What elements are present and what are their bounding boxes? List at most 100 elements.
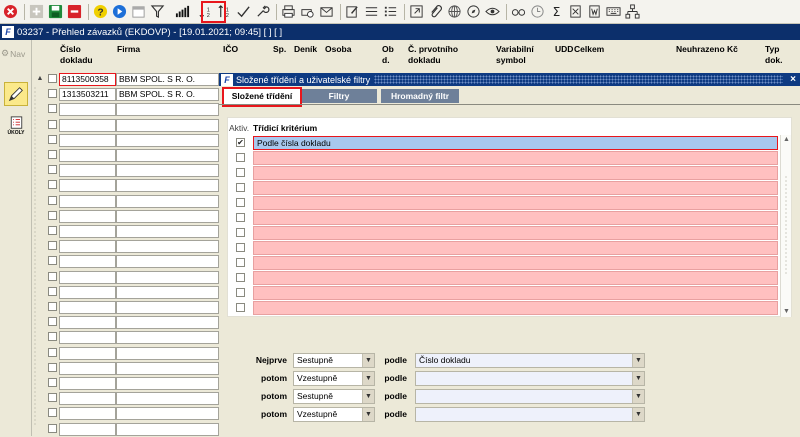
- table-row[interactable]: [33, 422, 219, 437]
- cell-cislo[interactable]: [59, 149, 116, 162]
- cell-firma[interactable]: [116, 149, 219, 162]
- cell-cislo[interactable]: [59, 240, 116, 254]
- row-checkbox[interactable]: [48, 74, 57, 83]
- sort-field-select[interactable]: Číslo dokladu ▼: [415, 353, 645, 368]
- table-row[interactable]: [33, 376, 219, 391]
- table-row[interactable]: [33, 209, 219, 224]
- compass-icon[interactable]: [465, 3, 482, 20]
- panel-close-button[interactable]: ×: [787, 74, 799, 85]
- tab-hromadny-filtr[interactable]: Hromadný filtr: [381, 89, 459, 103]
- sort-field-select[interactable]: ▼: [415, 389, 645, 404]
- wrench-icon[interactable]: [254, 3, 271, 20]
- row-checkbox[interactable]: [48, 347, 57, 357]
- table-row[interactable]: ▲ 8113500358 BBM SPOL. S R. O.: [33, 72, 219, 87]
- external-icon[interactable]: [408, 3, 425, 20]
- criterion-active-checkbox[interactable]: [236, 153, 245, 162]
- table-row[interactable]: [33, 270, 219, 285]
- row-checkbox[interactable]: [48, 134, 57, 144]
- cell-cislo[interactable]: [59, 255, 116, 269]
- table-row[interactable]: [33, 178, 219, 193]
- tree-icon[interactable]: [624, 3, 641, 20]
- criterion-field[interactable]: [253, 286, 778, 300]
- cell-cislo[interactable]: [59, 118, 116, 132]
- scroll-up-icon[interactable]: ▲: [781, 135, 792, 145]
- criterion-field[interactable]: [253, 166, 778, 180]
- panel-drag-handle[interactable]: [374, 75, 783, 84]
- row-checkbox[interactable]: [48, 165, 57, 175]
- row-scroll-up-icon[interactable]: ▲: [35, 72, 45, 84]
- keyboard-icon[interactable]: [605, 3, 622, 20]
- cell-firma[interactable]: [116, 331, 219, 345]
- print-preview-icon[interactable]: [299, 3, 316, 20]
- mail-icon[interactable]: [318, 3, 335, 20]
- signal-bars-icon[interactable]: [174, 3, 191, 20]
- cell-firma[interactable]: BBM SPOL. S R. O.: [116, 88, 219, 102]
- cell-cislo[interactable]: [59, 164, 116, 178]
- sort-field-select[interactable]: ▼: [415, 407, 645, 422]
- col-header-denik[interactable]: Deník: [294, 44, 317, 55]
- row-checkbox[interactable]: [48, 378, 57, 387]
- criterion-field[interactable]: [253, 256, 778, 270]
- cell-cislo[interactable]: 1313503211: [59, 88, 116, 102]
- cell-cislo[interactable]: [59, 270, 116, 284]
- clock-icon[interactable]: [529, 3, 546, 20]
- cell-firma[interactable]: [116, 209, 219, 223]
- close-circle-icon[interactable]: [2, 3, 19, 20]
- paperclip-icon[interactable]: [427, 3, 444, 20]
- pen-tool-button[interactable]: [4, 82, 28, 106]
- col-header-sp[interactable]: Sp.: [273, 44, 286, 55]
- col-header-udd[interactable]: UDD: [555, 44, 573, 55]
- cell-cislo[interactable]: [59, 301, 116, 314]
- excel-icon[interactable]: [567, 3, 584, 20]
- criterion-field[interactable]: [253, 181, 778, 195]
- play-icon[interactable]: [111, 3, 128, 20]
- criterion-active-checkbox[interactable]: [236, 303, 245, 312]
- row-checkbox[interactable]: [48, 423, 57, 433]
- table-row[interactable]: [33, 391, 219, 406]
- table-row[interactable]: [33, 133, 219, 148]
- tab-filtry[interactable]: Filtry: [301, 89, 377, 103]
- cell-cislo[interactable]: [59, 194, 116, 208]
- criterion-field[interactable]: [253, 226, 778, 240]
- panel-titlebar[interactable]: F Složené třídění a uživatelské filtry ×: [219, 73, 800, 86]
- row-checkbox[interactable]: [48, 362, 57, 372]
- criterion-active-checkbox[interactable]: [236, 168, 245, 177]
- table-row[interactable]: [33, 406, 219, 421]
- row-checkbox[interactable]: [48, 104, 57, 114]
- criterion-field[interactable]: [253, 151, 778, 165]
- add-icon[interactable]: [28, 3, 45, 20]
- dropdown-arrow-icon[interactable]: ▼: [632, 372, 644, 385]
- cell-firma[interactable]: [116, 194, 219, 208]
- cell-firma[interactable]: BBM SPOL. S R. O.: [116, 73, 219, 86]
- cell-cislo[interactable]: [59, 103, 116, 117]
- cell-firma[interactable]: [116, 240, 219, 254]
- table-row[interactable]: [33, 315, 219, 330]
- row-checkbox[interactable]: [48, 195, 57, 205]
- criterion-active-checkbox[interactable]: ✔: [236, 138, 245, 147]
- calendar-icon[interactable]: [130, 3, 147, 20]
- cell-firma[interactable]: [116, 422, 219, 436]
- sort-field-select[interactable]: ▼: [415, 371, 645, 386]
- criterion-field[interactable]: Podle čísla dokladu: [253, 136, 778, 150]
- nav-toggle[interactable]: ⚙ Nav: [1, 48, 25, 59]
- cell-cislo[interactable]: [59, 377, 116, 390]
- cell-cislo[interactable]: [59, 331, 116, 345]
- cell-firma[interactable]: [116, 103, 219, 117]
- row-checkbox[interactable]: [48, 271, 57, 281]
- criterion-field[interactable]: [253, 241, 778, 255]
- cell-firma[interactable]: [116, 361, 219, 375]
- row-checkbox[interactable]: [48, 180, 57, 190]
- criterion-field[interactable]: [253, 211, 778, 225]
- cell-cislo[interactable]: [59, 285, 116, 299]
- cell-firma[interactable]: [116, 316, 219, 330]
- glasses-icon[interactable]: [510, 3, 527, 20]
- word-icon[interactable]: [586, 3, 603, 20]
- row-checkbox[interactable]: [48, 256, 57, 266]
- check-icon[interactable]: [235, 3, 252, 20]
- col-header-ob[interactable]: Ob d.: [382, 44, 394, 66]
- row-checkbox[interactable]: [48, 286, 57, 296]
- table-row[interactable]: 1313503211 BBM SPOL. S R. O.: [33, 87, 219, 102]
- table-row[interactable]: [33, 239, 219, 254]
- col-header-typ[interactable]: Typ dok.: [765, 44, 782, 66]
- cell-firma[interactable]: [116, 164, 219, 178]
